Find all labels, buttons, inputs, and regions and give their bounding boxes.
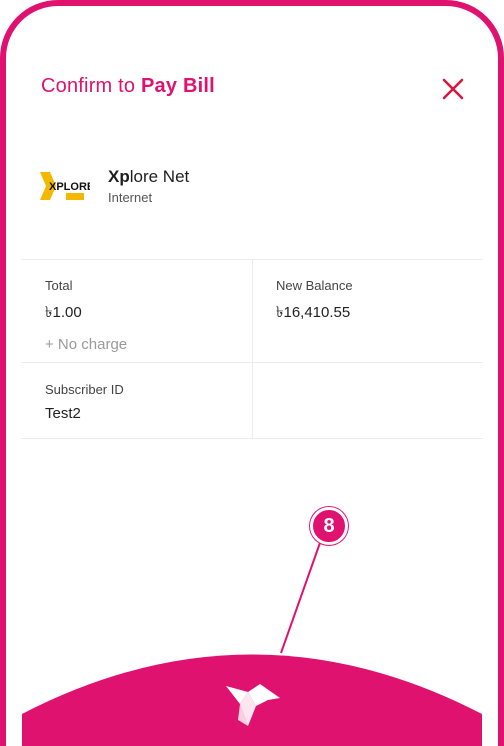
annotation-marker: 8 [310, 507, 348, 545]
pay-button-area [22, 654, 482, 746]
